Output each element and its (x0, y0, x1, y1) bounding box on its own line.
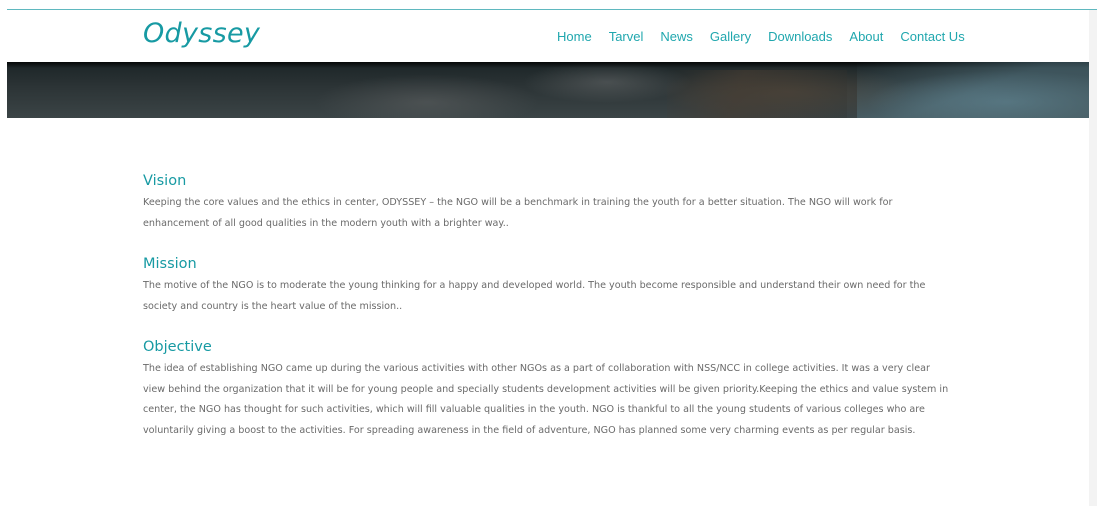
vision-section: Vision Keeping the core values and the e… (143, 170, 953, 234)
nav-contact-us[interactable]: Contact Us (900, 29, 964, 44)
vision-text: Keeping the core values and the ethics i… (143, 197, 893, 229)
nav-home[interactable]: Home (557, 29, 592, 44)
site-logo[interactable]: Odyssey (143, 18, 260, 49)
site-header: Odyssey Home Tarvel News Gallery Downloa… (0, 10, 1097, 62)
banner-rock-shape (667, 70, 847, 118)
mission-heading: Mission (143, 256, 197, 272)
hero-banner-image (7, 62, 1097, 118)
objective-heading: Objective (143, 339, 212, 355)
nav-news[interactable]: News (660, 29, 693, 44)
objective-text: The idea of establishing NGO came up dur… (143, 363, 949, 436)
vision-heading: Vision (143, 173, 187, 189)
page-scrollbar[interactable] (1089, 10, 1097, 506)
nav-travel[interactable]: Tarvel (609, 29, 644, 44)
nav-downloads[interactable]: Downloads (768, 29, 832, 44)
mission-section: Mission The motive of the NGO is to mode… (143, 253, 953, 317)
nav-about[interactable]: About (849, 29, 883, 44)
objective-section: Objective The idea of establishing NGO c… (143, 336, 953, 441)
mission-text: The motive of the NGO is to moderate the… (143, 280, 926, 312)
banner-sea-shape (857, 62, 1097, 118)
nav-gallery[interactable]: Gallery (710, 29, 751, 44)
main-content: Vision Keeping the core values and the e… (143, 170, 953, 441)
main-nav: Home Tarvel News Gallery Downloads About… (557, 29, 965, 44)
